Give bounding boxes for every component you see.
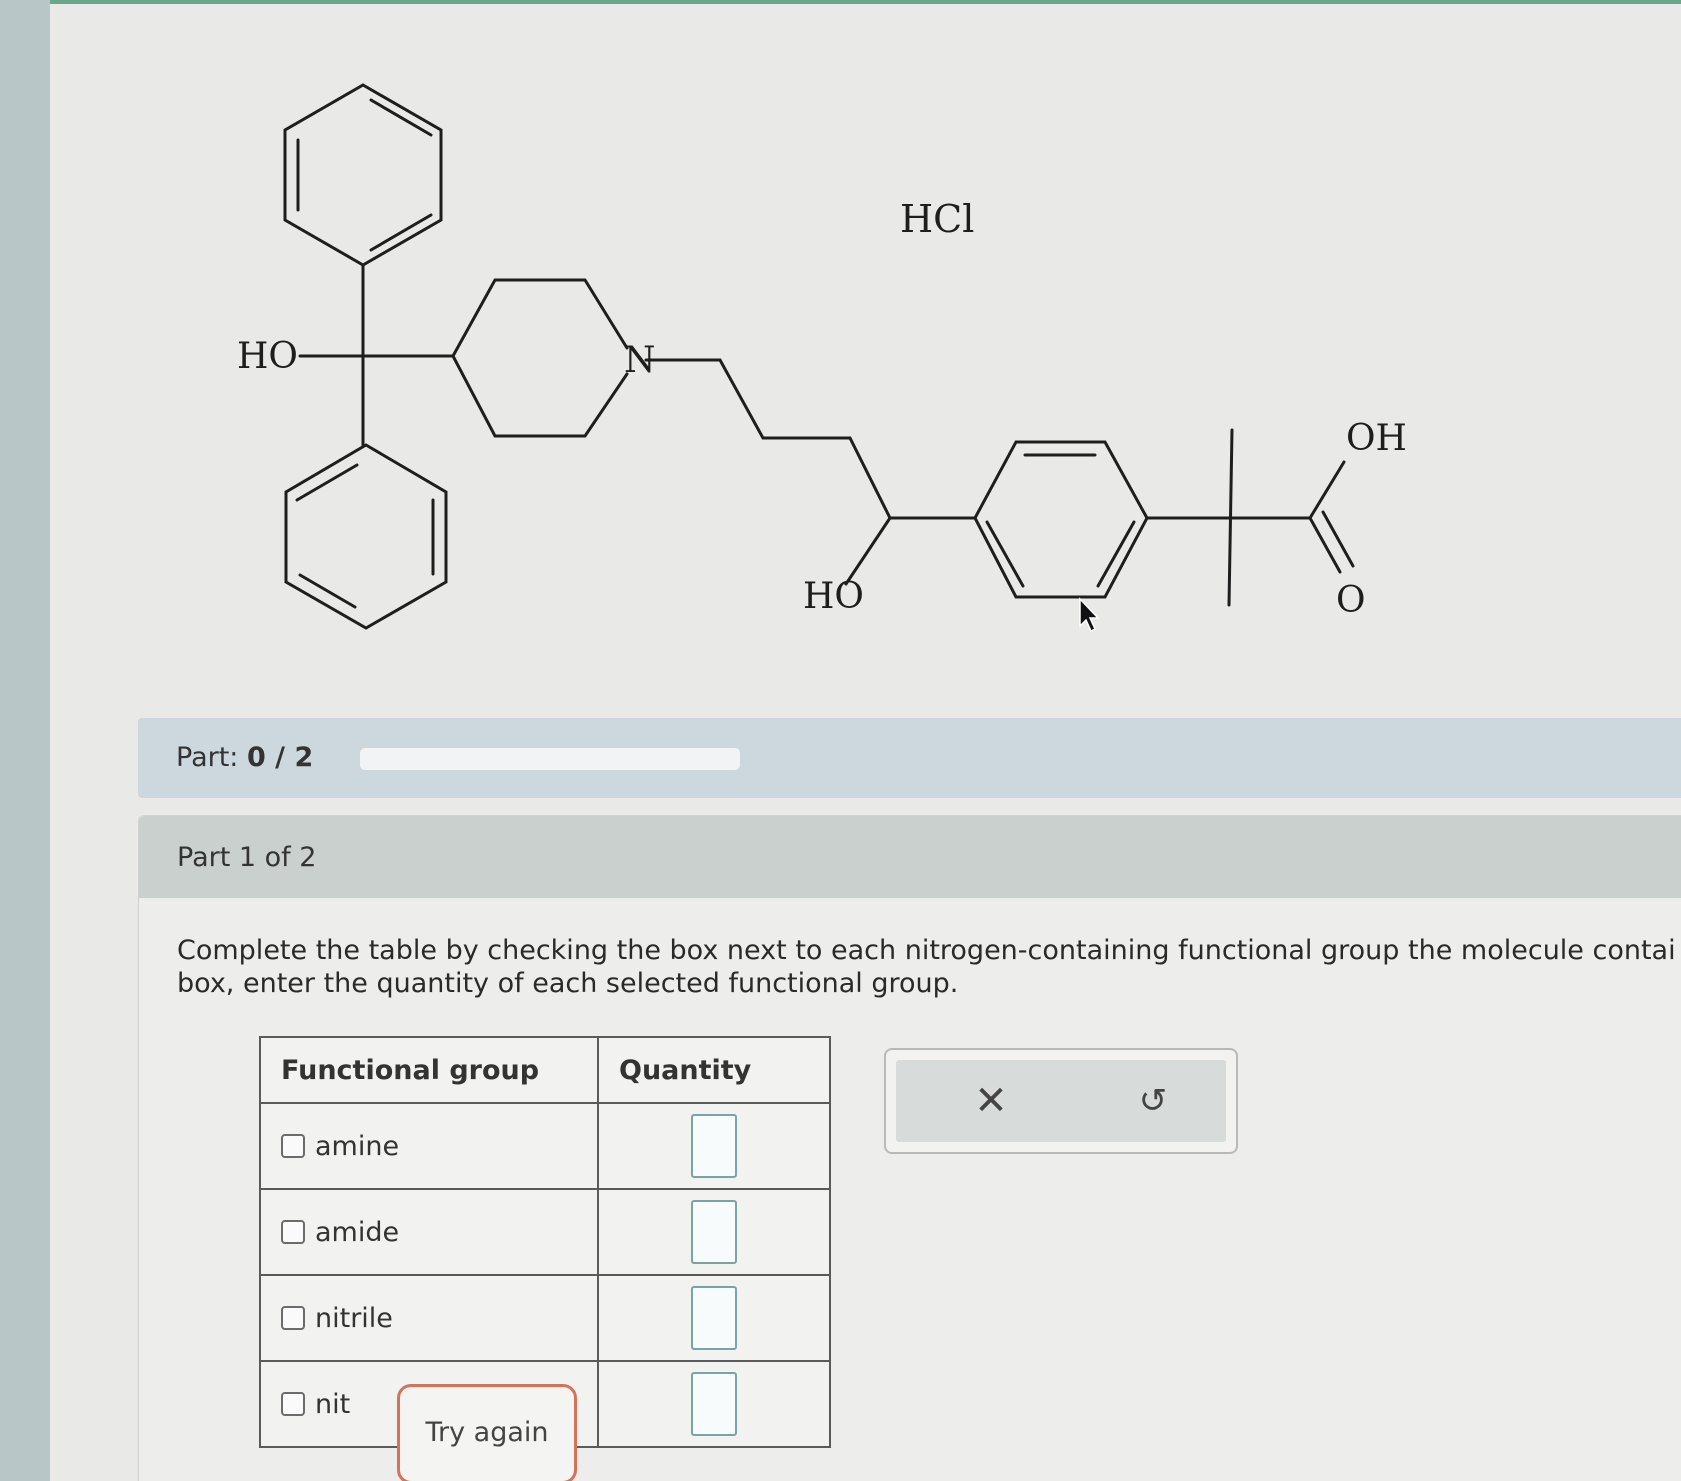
fourth-group-quantity-input[interactable] [691,1372,737,1436]
question-text: Complete the table by checking the box n… [177,934,1681,1000]
fourth-group-label: nit [315,1388,351,1420]
molecule-bonds [283,83,1355,630]
group-cell: amide [259,1188,599,1276]
quantity-cell [597,1102,831,1190]
part-header: Part 1 of 2 [139,816,1681,898]
quantity-cell [597,1188,831,1276]
progress-panel: Part: 0 / 2 [138,718,1681,798]
table-header-row: Functional group Quantity [259,1036,831,1104]
table-row: amide [259,1188,831,1276]
question-line-2: box, enter the quantity of each selected… [177,968,959,999]
hcl-label: HCl [900,197,974,241]
hydroxyl-label-bottom: HO [803,576,864,617]
nitrile-quantity-input[interactable] [691,1286,737,1350]
amide-checkbox[interactable] [281,1220,305,1244]
amide-option[interactable]: amide [281,1217,577,1248]
quantity-cell [597,1360,831,1448]
table-row: amine [259,1102,831,1190]
carboxyl-oh-label: OH [1346,418,1407,459]
question-panel: Part 1 of 2 Complete the table by checki… [138,815,1681,1481]
header-quantity: Quantity [597,1036,831,1104]
molecule-structure: HCl HO N HO OH O [237,83,1407,633]
amine-quantity-input[interactable] [691,1114,737,1178]
hydroxyl-label-left: HO [237,336,298,377]
answer-actions: ✕ ↺ [884,1048,1238,1154]
group-cell: amine [259,1102,599,1190]
undo-icon[interactable]: ↺ [1128,1076,1178,1126]
header-functional-group: Functional group [259,1036,599,1104]
part-title: Part 1 of 2 [177,842,317,873]
nitrile-checkbox[interactable] [281,1306,305,1330]
group-cell: nitrile [259,1274,599,1362]
amine-option[interactable]: amine [281,1131,577,1162]
fourth-group-checkbox[interactable] [281,1392,305,1416]
carbonyl-o-label: O [1336,580,1366,621]
try-again-button[interactable]: Try again [397,1384,577,1481]
amide-label: amide [315,1216,400,1248]
amine-checkbox[interactable] [281,1134,305,1158]
table-row: nitrile [259,1274,831,1362]
nitrile-option[interactable]: nitrile [281,1303,577,1334]
progress-label-text: Part: [176,742,239,773]
clear-icon[interactable]: ✕ [966,1076,1016,1126]
question-line-1: Complete the table by checking the box n… [177,935,1676,966]
quantity-cell [597,1274,831,1362]
try-again-label: Try again [425,1417,549,1448]
mouse-cursor-icon [1079,597,1100,633]
amide-quantity-input[interactable] [691,1200,737,1264]
amine-label: amine [315,1130,400,1162]
nitrogen-label: N [624,340,656,381]
answer-actions-bar: ✕ ↺ [896,1060,1226,1142]
progress-label: Part: 0 / 2 [176,742,313,773]
app-screen: HCl HO N HO OH O Part: 0 / 2 Part 1 of 2… [50,0,1681,1481]
progress-bar [360,748,740,770]
nitrile-label: nitrile [315,1302,393,1334]
progress-value: 0 / 2 [247,742,314,773]
